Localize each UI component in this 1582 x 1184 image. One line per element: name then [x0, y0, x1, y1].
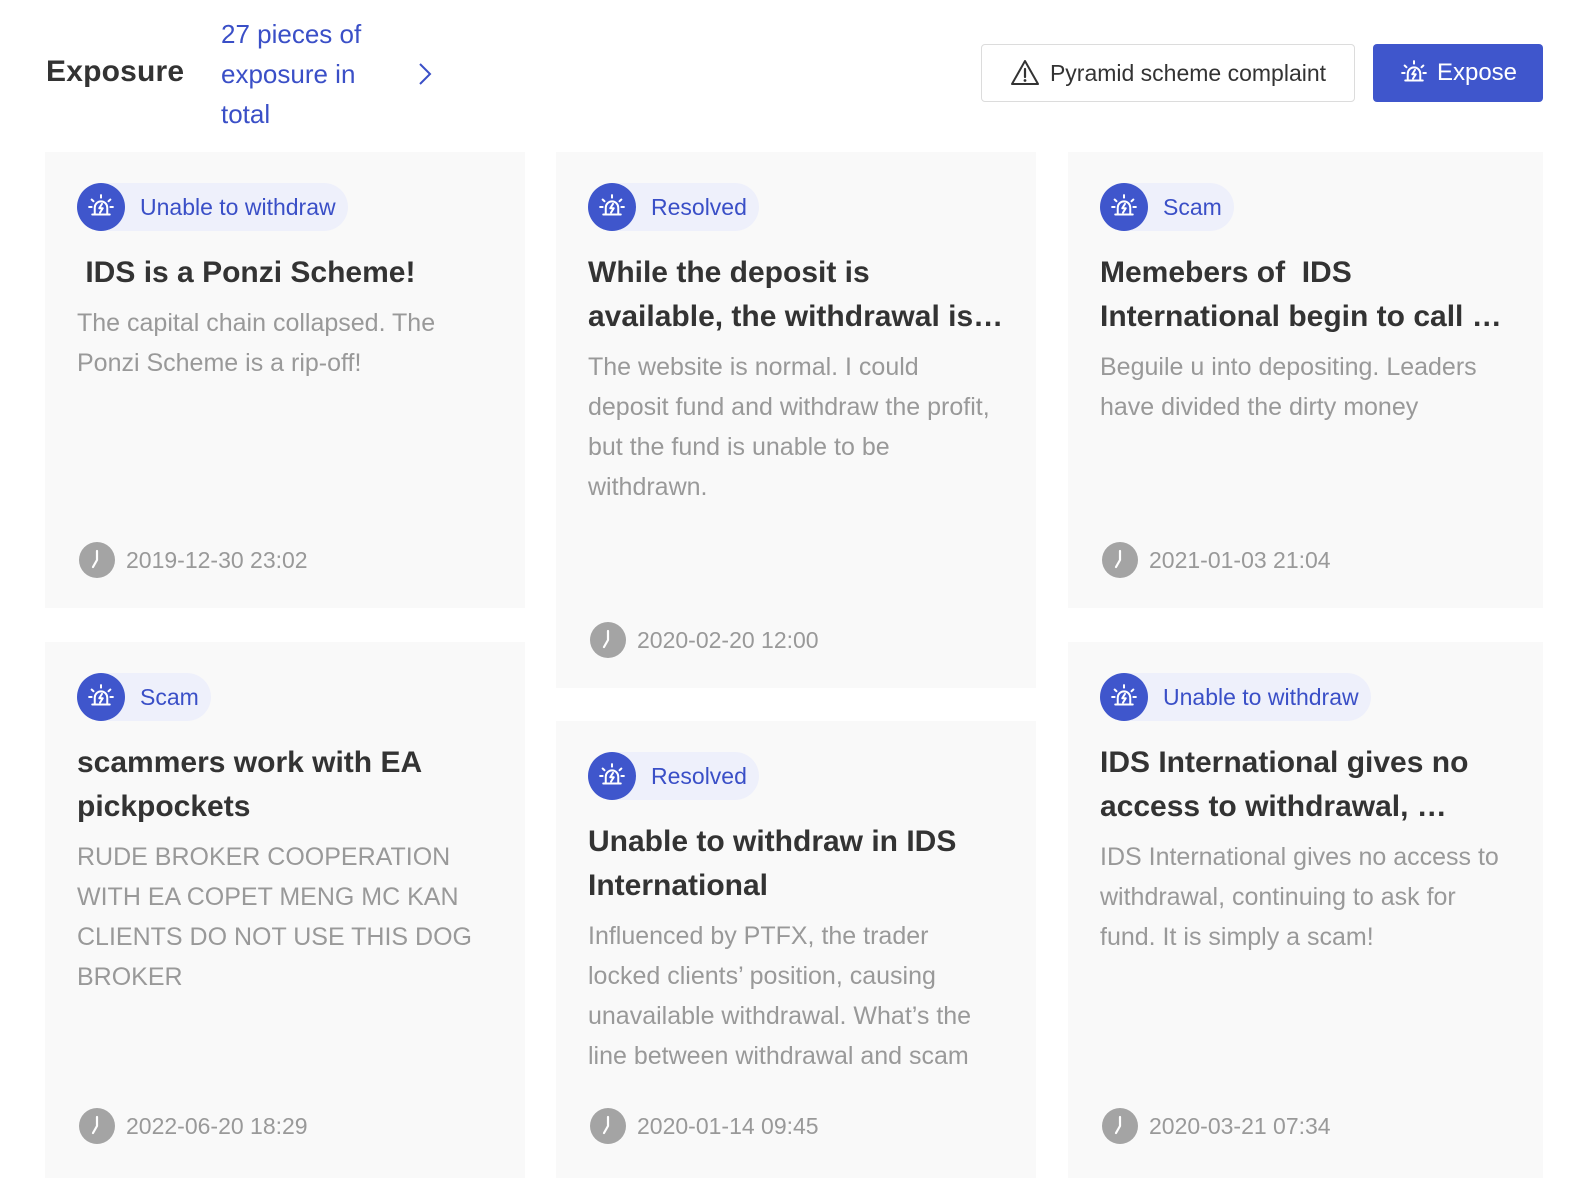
timestamp-text: 2022-06-20 18:29	[126, 1112, 308, 1139]
alarm-siren-icon	[77, 183, 125, 231]
tag-label: Resolved	[651, 762, 747, 789]
card-title: Memebers of IDS International begin to c…	[1100, 256, 1464, 333]
clock-icon	[79, 542, 115, 578]
exposure-card[interactable]: Unable to withdraw IDS is a Ponzi Scheme…	[45, 152, 525, 608]
warning-triangle-icon	[1010, 60, 1039, 85]
tag-label: Scam	[140, 683, 199, 710]
category-tag: Scam	[77, 673, 211, 721]
tag-label: Resolved	[651, 193, 747, 220]
card-timestamp: 2019-12-30 23:02	[79, 542, 308, 578]
exposure-card[interactable]: Scam Memebers of IDS International begin…	[1068, 152, 1543, 608]
exposure-card[interactable]: Resolved Unable to withdraw in IDS Inter…	[556, 721, 1036, 1178]
category-tag: Resolved	[588, 183, 759, 231]
exposure-card[interactable]: Unable to withdraw IDS International giv…	[1068, 642, 1543, 1178]
complaint-button-label: Pyramid scheme complaint	[1049, 59, 1327, 86]
card-timestamp: 2021-01-03 21:04	[1102, 542, 1331, 578]
card-title: IDS International gives no access to wit…	[1100, 746, 1469, 823]
alarm-siren-icon	[1401, 60, 1427, 82]
exposure-card[interactable]: Resolved While the deposit is available,…	[556, 152, 1036, 688]
card-description: RUDE BROKER COOPERATION WITH EA COPET ME…	[77, 843, 472, 991]
exposure-header: Exposure 27 pieces of exposure in total …	[0, 0, 1582, 140]
category-tag: Scam	[1100, 183, 1234, 231]
card-title: scammers work with EA pickpockets	[77, 746, 430, 823]
chevron-right-icon[interactable]	[414, 60, 436, 88]
timestamp-text: 2020-02-20 12:00	[637, 626, 819, 653]
tag-label: Unable to withdraw	[140, 193, 336, 220]
timestamp-text: 2020-03-21 07:34	[1149, 1112, 1331, 1139]
exposure-count-link[interactable]: 27 pieces of exposure in total	[221, 14, 399, 134]
card-description: The website is normal. I could deposit f…	[588, 353, 990, 501]
tag-label: Unable to withdraw	[1163, 683, 1359, 710]
alarm-siren-icon	[1100, 673, 1148, 721]
exposure-card[interactable]: Scam scammers work with EA pickpockets R…	[45, 642, 525, 1178]
timestamp-text: 2019-12-30 23:02	[126, 546, 308, 573]
card-timestamp: 2020-02-20 12:00	[590, 622, 819, 658]
pyramid-scheme-complaint-button[interactable]: Pyramid scheme complaint	[981, 44, 1355, 102]
alarm-siren-icon	[77, 673, 125, 721]
category-tag: Unable to withdraw	[77, 183, 348, 231]
card-description: IDS International gives no access to wit…	[1100, 843, 1499, 951]
category-tag: Resolved	[588, 752, 759, 800]
clock-icon	[590, 1108, 626, 1144]
expose-button-label: Expose	[1436, 59, 1518, 86]
tag-label: Scam	[1163, 193, 1222, 220]
card-title: IDS is a Ponzi Scheme!	[77, 256, 416, 289]
card-title: Unable to withdraw in IDS International	[588, 825, 965, 902]
card-timestamp: 2020-03-21 07:34	[1102, 1108, 1331, 1144]
card-timestamp: 2020-01-14 09:45	[590, 1108, 819, 1144]
timestamp-text: 2020-01-14 09:45	[637, 1112, 819, 1139]
page-title: Exposure	[46, 55, 185, 88]
alarm-siren-icon	[588, 752, 636, 800]
clock-icon	[1102, 542, 1138, 578]
card-timestamp: 2022-06-20 18:29	[79, 1108, 308, 1144]
card-description: The capital chain collapsed. The Ponzi S…	[77, 309, 436, 377]
clock-icon	[1102, 1108, 1138, 1144]
card-description: Influenced by PTFX, the trader locked cl…	[588, 922, 972, 1070]
clock-icon	[590, 622, 626, 658]
timestamp-text: 2021-01-03 21:04	[1149, 546, 1331, 573]
clock-icon	[79, 1108, 115, 1144]
expose-button[interactable]: Expose	[1373, 44, 1543, 102]
card-title: While the deposit is available, the with…	[588, 256, 974, 333]
card-description: Beguile u into depositing. Leaders have …	[1100, 353, 1477, 421]
category-tag: Unable to withdraw	[1100, 673, 1371, 721]
alarm-siren-icon	[1100, 183, 1148, 231]
alarm-siren-icon	[588, 183, 636, 231]
